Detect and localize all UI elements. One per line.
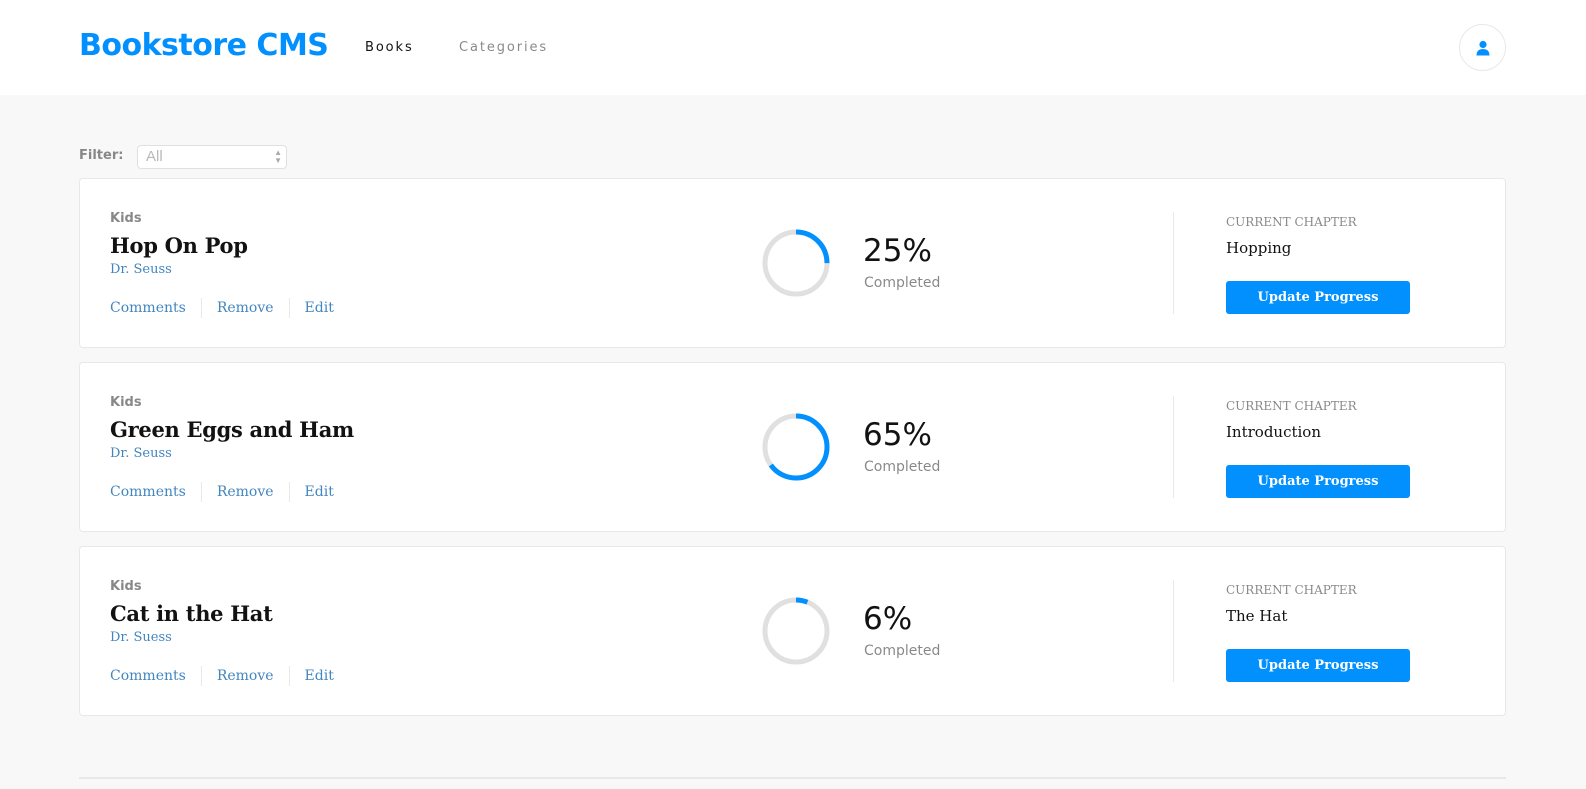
action-divider <box>288 298 290 318</box>
current-chapter-label: CURRENT CHAPTER <box>1226 215 1357 229</box>
update-progress-button[interactable]: Update Progress <box>1226 281 1410 314</box>
book-actions: Comments Remove Edit <box>110 482 334 502</box>
progress-percent: 6% <box>863 601 913 637</box>
action-divider <box>288 666 290 686</box>
book-genre: Kids <box>110 395 142 410</box>
progress-percent: 65% <box>863 417 932 453</box>
remove-button[interactable]: Remove <box>217 484 274 500</box>
progress-ring <box>762 597 830 665</box>
user-icon <box>1476 40 1489 55</box>
current-chapter: The Hat <box>1226 607 1288 625</box>
action-divider <box>288 482 290 502</box>
current-chapter: Hopping <box>1226 239 1292 257</box>
action-divider <box>200 482 202 502</box>
comments-button[interactable]: Comments <box>110 484 186 500</box>
current-chapter-label: CURRENT CHAPTER <box>1226 399 1357 413</box>
progress-percent: 25% <box>863 233 932 269</box>
bottom-divider <box>79 777 1506 779</box>
completed-label: Completed <box>864 643 941 659</box>
progress-ring <box>762 413 830 481</box>
book-author[interactable]: Dr. Suess <box>110 630 172 645</box>
current-chapter: Introduction <box>1226 423 1321 441</box>
book-title: Cat in the Hat <box>110 601 273 626</box>
book-actions: Comments Remove Edit <box>110 666 334 686</box>
completed-label: Completed <box>864 459 941 475</box>
filter-label: Filter: <box>79 148 124 163</box>
edit-button[interactable]: Edit <box>305 300 334 316</box>
nav-books[interactable]: Books <box>365 40 414 55</box>
book-genre: Kids <box>110 579 142 594</box>
nav-categories[interactable]: Categories <box>459 40 548 55</box>
action-divider <box>200 298 202 318</box>
completed-label: Completed <box>864 275 941 291</box>
action-divider <box>200 666 202 686</box>
book-actions: Comments Remove Edit <box>110 298 334 318</box>
filter-selected-value: All <box>146 148 163 165</box>
comments-button[interactable]: Comments <box>110 300 186 316</box>
navbar: Bookstore CMS Books Categories <box>0 0 1586 95</box>
card-divider <box>1173 396 1174 498</box>
book-author[interactable]: Dr. Seuss <box>110 446 172 461</box>
book-card: Kids Cat in the Hat Dr. Suess Comments R… <box>79 546 1506 716</box>
progress-ring-track <box>762 597 830 665</box>
book-title: Green Eggs and Ham <box>110 417 354 442</box>
book-author[interactable]: Dr. Seuss <box>110 262 172 277</box>
card-divider <box>1173 212 1174 314</box>
current-chapter-label: CURRENT CHAPTER <box>1226 583 1357 597</box>
progress-ring <box>762 229 830 297</box>
update-progress-button[interactable]: Update Progress <box>1226 465 1410 498</box>
book-card: Kids Hop On Pop Dr. Seuss Comments Remov… <box>79 178 1506 348</box>
remove-button[interactable]: Remove <box>217 668 274 684</box>
comments-button[interactable]: Comments <box>110 668 186 684</box>
filter-select[interactable]: All ▲ ▼ <box>137 145 287 169</box>
edit-button[interactable]: Edit <box>305 668 334 684</box>
card-divider <box>1173 580 1174 682</box>
select-arrows-icon: ▲ ▼ <box>274 148 282 165</box>
book-title: Hop On Pop <box>110 233 248 258</box>
update-progress-button[interactable]: Update Progress <box>1226 649 1410 682</box>
user-avatar-button[interactable] <box>1459 24 1506 71</box>
book-genre: Kids <box>110 211 142 226</box>
remove-button[interactable]: Remove <box>217 300 274 316</box>
book-card: Kids Green Eggs and Ham Dr. Seuss Commen… <box>79 362 1506 532</box>
brand-logo[interactable]: Bookstore CMS <box>79 28 329 63</box>
edit-button[interactable]: Edit <box>305 484 334 500</box>
